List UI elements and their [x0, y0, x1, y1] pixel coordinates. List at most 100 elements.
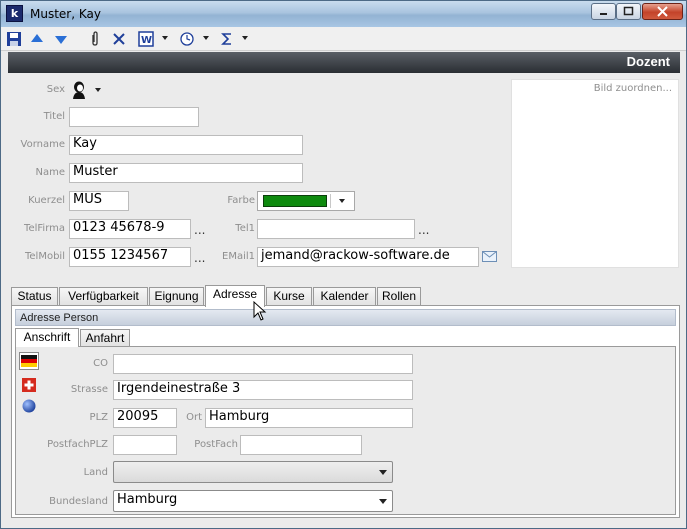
ort-field[interactable]: Hamburg	[205, 408, 413, 428]
adresse-panel: Adresse Person Anschrift Anfahrt CO Stra…	[11, 305, 680, 518]
land-label: Land	[83, 467, 108, 478]
move-up-button[interactable]	[29, 31, 46, 47]
name-field[interactable]: Muster	[69, 163, 303, 183]
farbe-color-picker[interactable]	[257, 191, 355, 211]
sigma-icon	[221, 33, 231, 45]
word-export-button[interactable]: W	[138, 31, 155, 47]
co-label: CO	[93, 358, 108, 369]
send-email-button[interactable]	[482, 251, 497, 262]
tel1-dial-button[interactable]: ...	[418, 223, 429, 237]
save-icon	[7, 32, 21, 46]
land-select[interactable]	[113, 461, 393, 483]
minimize-button[interactable]	[591, 3, 616, 20]
plz-label: PLZ	[89, 412, 108, 423]
adresse-person-title: Adresse Person	[20, 312, 99, 324]
svg-text:W: W	[141, 35, 152, 46]
sex-selector[interactable]	[71, 81, 87, 99]
flag-switzerland-button[interactable]	[22, 378, 36, 392]
photo-assign-label: Bild zuordnen...	[593, 83, 672, 94]
save-button[interactable]	[6, 31, 23, 47]
telfirma-field[interactable]: 0123 45678-9	[69, 219, 191, 239]
paperclip-icon	[92, 31, 98, 46]
other-country-button[interactable]	[22, 399, 36, 413]
sex-dropdown-arrow[interactable]	[95, 88, 101, 92]
word-dropdown-arrow[interactable]	[162, 36, 168, 40]
co-field[interactable]	[113, 354, 413, 374]
tel1-label: Tel1	[235, 223, 255, 234]
tab-kurse[interactable]: Kurse	[266, 287, 312, 306]
section-heading: Dozent	[626, 54, 670, 69]
email-field[interactable]: jemand@rackow-software.de	[257, 247, 479, 267]
adresse-person-header: Adresse Person	[15, 309, 676, 326]
bundesland-select[interactable]: Hamburg	[113, 490, 393, 512]
telmobil-field[interactable]: 0155 1234567	[69, 247, 191, 267]
farbe-dropdown-button[interactable]	[330, 194, 352, 208]
mouse-pointer-icon	[253, 301, 267, 321]
attach-button[interactable]	[87, 31, 104, 47]
titel-label: Titel	[43, 111, 65, 122]
germany-flag-icon	[21, 355, 37, 367]
strasse-label: Strasse	[70, 384, 108, 395]
envelope-icon	[482, 251, 497, 262]
person-icon	[73, 81, 85, 99]
globe-clock-icon	[180, 32, 194, 46]
globe-icon	[22, 399, 36, 413]
maximize-button[interactable]	[616, 3, 641, 20]
telfirma-dial-button[interactable]: ...	[194, 223, 205, 237]
bundesland-label: Bundesland	[49, 496, 108, 507]
postfach-field[interactable]	[240, 435, 362, 455]
vorname-label: Vorname	[20, 139, 65, 150]
tab-rollen[interactable]: Rollen	[377, 287, 421, 306]
cut-icon	[113, 33, 125, 45]
close-icon	[657, 6, 668, 17]
tab-verfuegbarkeit[interactable]: Verfügbarkeit	[59, 287, 148, 306]
arrow-down-icon	[55, 36, 67, 44]
postfachplz-field[interactable]	[113, 435, 177, 455]
detail-tabs: Status Verfügbarkeit Eignung Adresse Kur…	[11, 285, 681, 307]
subtab-anfahrt[interactable]: Anfahrt	[80, 329, 130, 347]
sum-button[interactable]	[219, 31, 236, 47]
ort-label: Ort	[186, 412, 202, 423]
anschrift-panel: CO Strasse Irgendeinestraße 3 PLZ 20095 …	[15, 346, 676, 515]
toolbar: W	[1, 27, 686, 51]
sum-dropdown-arrow[interactable]	[242, 36, 248, 40]
farbe-label: Farbe	[227, 195, 255, 206]
plz-field[interactable]: 20095	[113, 408, 177, 428]
move-down-button[interactable]	[53, 31, 70, 47]
kuerzel-field[interactable]: MUS	[69, 191, 129, 211]
email-label: EMail1	[222, 251, 255, 262]
header-band: Dozent	[8, 52, 680, 73]
telmobil-dial-button[interactable]: ...	[194, 251, 205, 265]
switzerland-flag-icon	[22, 378, 36, 392]
web-button[interactable]	[179, 31, 196, 47]
titel-field[interactable]	[69, 107, 199, 127]
strasse-field[interactable]: Irgendeinestraße 3	[113, 380, 413, 400]
flag-germany-button[interactable]	[19, 352, 39, 370]
maximize-icon	[623, 6, 634, 16]
sex-label: Sex	[46, 84, 65, 95]
app-icon: k	[6, 5, 23, 22]
farbe-swatch	[263, 195, 327, 207]
postfach-label: PostFach	[194, 439, 238, 450]
tel1-field[interactable]	[257, 219, 415, 239]
subtab-anschrift[interactable]: Anschrift	[15, 328, 79, 347]
minimize-icon	[600, 13, 607, 15]
window: k Muster, Kay W Dozent Bild zuordnen... …	[0, 0, 687, 529]
word-icon: W	[138, 31, 154, 47]
vorname-field[interactable]: Kay	[69, 135, 303, 155]
photo-area[interactable]: Bild zuordnen...	[511, 79, 679, 268]
telfirma-label: TelFirma	[24, 223, 65, 234]
name-label: Name	[35, 167, 65, 178]
close-button[interactable]	[642, 3, 683, 20]
telmobil-label: TelMobil	[25, 251, 65, 262]
web-dropdown-arrow[interactable]	[203, 36, 209, 40]
arrow-up-icon	[31, 34, 43, 42]
tab-eignung[interactable]: Eignung	[149, 287, 204, 306]
window-title: Muster, Kay	[30, 7, 101, 21]
postfachplz-label: PostfachPLZ	[47, 439, 108, 450]
delete-button[interactable]	[111, 31, 128, 47]
kuerzel-label: Kuerzel	[28, 195, 65, 206]
tab-kalender[interactable]: Kalender	[313, 287, 376, 306]
tab-status[interactable]: Status	[11, 287, 58, 306]
title-bar[interactable]: k Muster, Kay	[1, 1, 686, 27]
